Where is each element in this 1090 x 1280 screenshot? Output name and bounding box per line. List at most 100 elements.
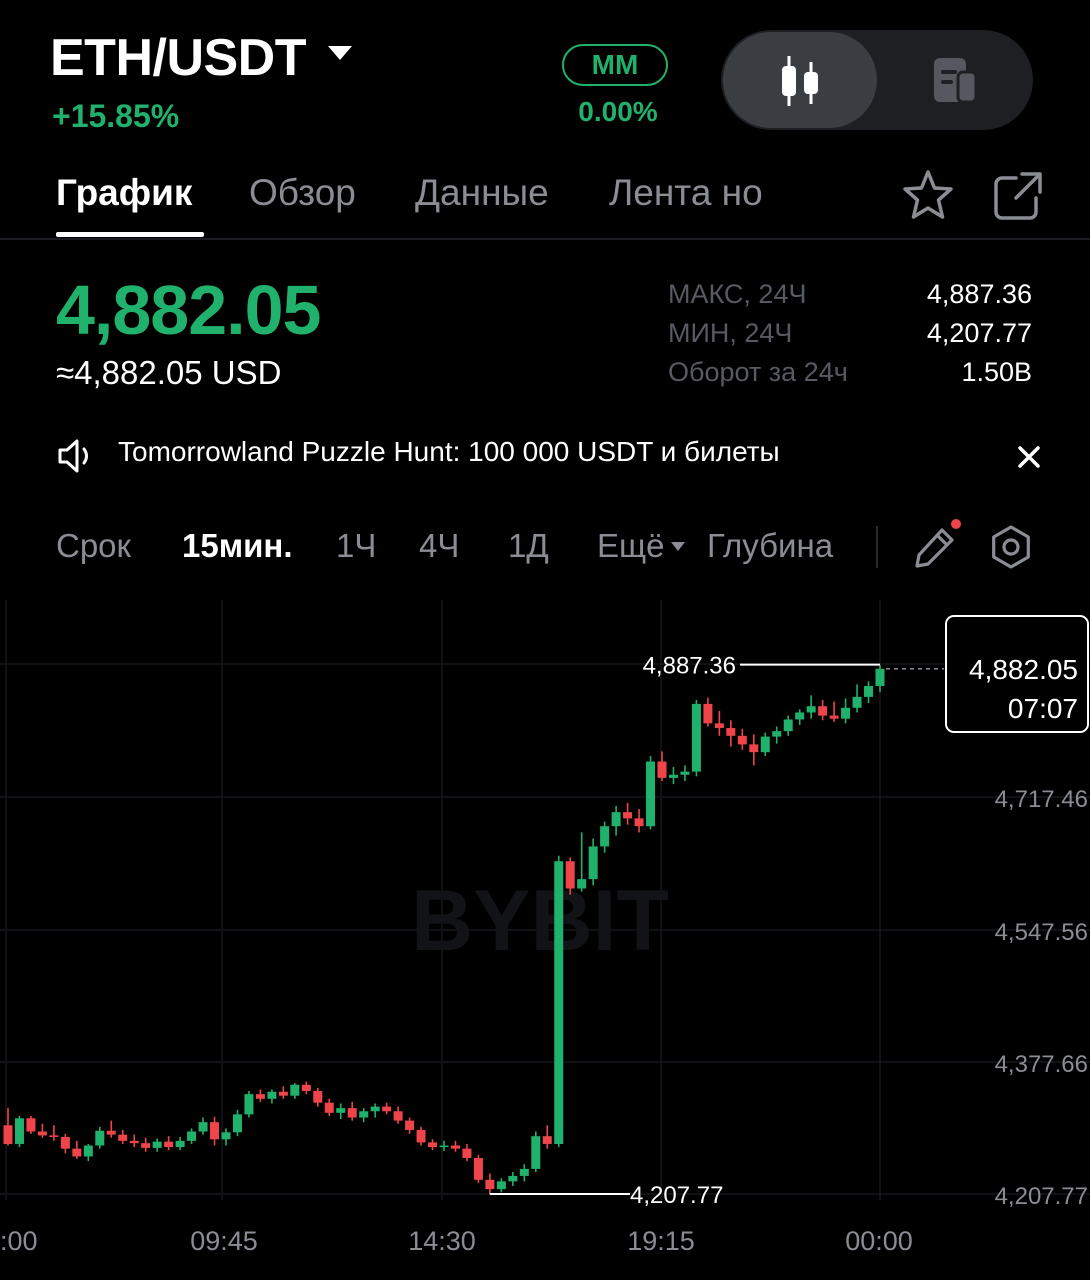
candle-body xyxy=(600,826,610,847)
candle-body xyxy=(278,1091,288,1096)
candle-body xyxy=(428,1142,438,1148)
candle-body xyxy=(634,818,644,827)
candle-body xyxy=(244,1094,254,1115)
candle-body xyxy=(795,712,805,720)
candle-body xyxy=(187,1131,197,1141)
candle-body xyxy=(691,703,701,772)
candle-body xyxy=(106,1130,116,1135)
interval-depth[interactable]: Глубина xyxy=(707,527,833,565)
candle-body xyxy=(152,1141,162,1148)
candle-body xyxy=(118,1134,128,1141)
candle-body xyxy=(450,1145,460,1149)
candle-body xyxy=(267,1091,277,1099)
candle-body xyxy=(37,1131,47,1136)
interval-more[interactable]: Ещё xyxy=(597,527,665,565)
document-list-icon xyxy=(934,58,978,104)
candle-body xyxy=(141,1143,151,1148)
draw-button[interactable] xyxy=(912,524,958,575)
interval-divider xyxy=(876,526,878,568)
interval-15m[interactable]: 15мин. xyxy=(182,527,293,565)
low-24h-value: 4,207.77 xyxy=(926,318,1032,348)
candlestick-chart[interactable]: BYBIT 4,887.36 4,207.77 4,882.05 07:07 4,71… xyxy=(0,600,1090,1280)
pair-title[interactable]: ETH/USDT xyxy=(50,28,307,88)
x-tick-label: :00 xyxy=(0,1226,38,1256)
chart-settings-button[interactable] xyxy=(988,524,1034,575)
candle-body xyxy=(72,1148,82,1157)
tab-data[interactable]: Данные xyxy=(415,172,549,214)
candle-body xyxy=(393,1111,403,1121)
candle-body xyxy=(565,861,575,889)
candle-body xyxy=(646,761,656,827)
candle-body xyxy=(760,736,770,753)
tab-overview[interactable]: Обзор xyxy=(249,172,356,214)
last-price: 4,882.05 xyxy=(56,271,321,349)
tabs-divider xyxy=(0,238,1090,240)
price-change: +15.85% xyxy=(52,98,180,134)
announcement-close-button[interactable] xyxy=(1012,440,1046,479)
candle-body xyxy=(416,1129,426,1143)
announcement-text[interactable]: Tomorrowland Puzzle Hunt: 100 000 USDT и… xyxy=(118,436,780,468)
x-tick-label: 14:30 xyxy=(408,1226,476,1256)
caret-down-icon[interactable] xyxy=(328,46,352,60)
share-button[interactable] xyxy=(990,168,1046,229)
y-tick-label: 4,717.46 xyxy=(995,786,1088,813)
candle-body xyxy=(232,1114,242,1133)
candle-body xyxy=(577,879,587,889)
candle-body xyxy=(668,774,678,778)
candlestick-icon xyxy=(782,56,818,106)
mm-badge[interactable]: MM xyxy=(562,44,668,86)
candle-body xyxy=(382,1106,392,1112)
candle-body xyxy=(680,771,690,775)
candle-body xyxy=(462,1148,472,1158)
mm-value: 0.00% xyxy=(578,96,658,127)
candle-body xyxy=(290,1084,300,1096)
interval-4h[interactable]: 4Ч xyxy=(419,527,459,565)
candle-body xyxy=(359,1111,369,1118)
low-24h-label: МИН, 24Ч xyxy=(668,318,793,348)
y-tick-label: 4,377.66 xyxy=(995,1051,1088,1078)
candle-view-button[interactable] xyxy=(723,32,877,128)
interval-period[interactable]: Срок xyxy=(56,527,131,565)
candle-body xyxy=(864,685,874,697)
more-caret-icon[interactable] xyxy=(671,542,685,551)
high-24h-value: 4,887.36 xyxy=(926,279,1032,309)
candle-body xyxy=(508,1175,518,1182)
candle-body xyxy=(623,812,633,819)
candle-body xyxy=(554,861,564,1144)
candle-body xyxy=(772,731,782,737)
candle-body xyxy=(657,761,667,778)
list-view-button[interactable] xyxy=(930,56,980,111)
favorite-button[interactable] xyxy=(900,168,956,229)
star-icon xyxy=(903,170,953,219)
notification-dot xyxy=(951,519,961,529)
candle-body xyxy=(783,719,793,732)
candle-body xyxy=(519,1168,529,1176)
pencil-icon xyxy=(915,528,954,568)
close-icon xyxy=(1018,446,1040,468)
turnover-24h-label: Оборот за 24ч xyxy=(668,357,848,387)
interval-1h[interactable]: 1Ч xyxy=(336,527,376,565)
candle-body xyxy=(737,735,747,745)
x-tick-label: 09:45 xyxy=(190,1226,258,1256)
candle-body xyxy=(875,668,885,686)
candle-body xyxy=(49,1135,59,1138)
candle-body xyxy=(714,723,724,729)
high-24h-label: МАКС, 24Ч xyxy=(668,279,807,309)
candle-body xyxy=(611,812,621,827)
candle-body xyxy=(26,1118,36,1132)
tab-chart[interactable]: График xyxy=(56,172,192,214)
candle-body xyxy=(129,1140,139,1144)
candle-body xyxy=(531,1136,541,1169)
y-tick-label: 4,207.77 xyxy=(995,1183,1088,1210)
candle-body xyxy=(806,706,816,713)
candle-body xyxy=(829,715,839,719)
interval-1d[interactable]: 1Д xyxy=(508,527,549,565)
tab-feed[interactable]: Лента но xyxy=(609,172,763,214)
candle-body xyxy=(405,1120,415,1130)
candle-body xyxy=(95,1130,105,1146)
countdown-value: 07:07 xyxy=(1008,693,1078,724)
x-axis: :00 09:45 14:30 19:15 00:00 xyxy=(0,1226,913,1256)
candle-body xyxy=(347,1108,357,1118)
candle-body xyxy=(60,1136,70,1149)
usd-price: ≈4,882.05 USD xyxy=(56,354,282,391)
